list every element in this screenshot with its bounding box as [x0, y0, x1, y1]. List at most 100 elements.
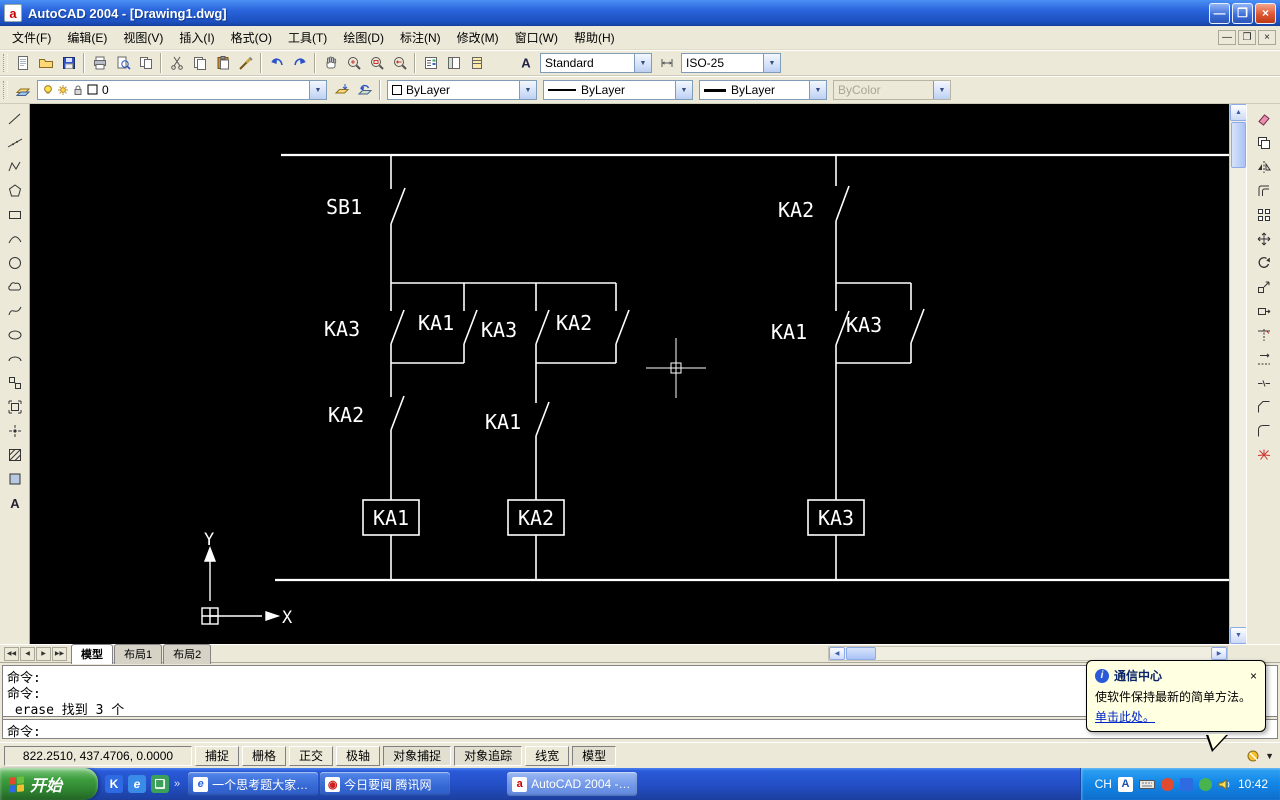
menu-window[interactable]: 窗口(W) [507, 26, 566, 49]
previous-tab-icon[interactable]: ◀ [20, 647, 35, 661]
properties-button[interactable] [419, 52, 442, 74]
grid-toggle[interactable]: 栅格 [242, 746, 286, 766]
model-toggle[interactable]: 模型 [572, 746, 616, 766]
otrack-toggle[interactable]: 对象追踪 [454, 746, 522, 766]
restore-button[interactable]: ❐ [1232, 3, 1253, 24]
point-button[interactable] [2, 419, 28, 443]
tab-model[interactable]: 模型 [71, 644, 113, 664]
linetype-combo[interactable]: ByLayer ▼ [543, 80, 693, 100]
extend-button[interactable] [1251, 347, 1277, 371]
layer-combo[interactable]: 0 ▼ [37, 80, 327, 100]
scroll-left-icon[interactable]: ◀ [829, 647, 845, 660]
cut-button[interactable] [165, 52, 188, 74]
vertical-scroll-thumb[interactable] [1231, 122, 1246, 168]
construction-line-button[interactable] [2, 131, 28, 155]
chevron-down-icon[interactable]: ▼ [634, 54, 651, 72]
vertical-scrollbar[interactable]: ▲ ▼ [1229, 104, 1246, 644]
multiline-text-button[interactable]: A [2, 491, 28, 515]
chevron-down-icon[interactable]: ▼ [675, 81, 692, 99]
array-button[interactable] [1251, 203, 1277, 227]
lineweight-toggle[interactable]: 线宽 [525, 746, 569, 766]
explode-button[interactable] [1251, 443, 1277, 467]
mdi-restore-button[interactable]: ❐ [1238, 30, 1256, 45]
menu-format[interactable]: 格式(O) [223, 26, 280, 49]
horizontal-scrollbar[interactable]: ◀ ▶ [828, 646, 1228, 661]
trim-button[interactable] [1251, 323, 1277, 347]
break-button[interactable] [1251, 371, 1277, 395]
task-button-1[interactable]: e 一个思考题大家帮... [188, 772, 318, 796]
revision-cloud-button[interactable] [2, 275, 28, 299]
stretch-button[interactable] [1251, 299, 1277, 323]
scroll-up-icon[interactable]: ▲ [1230, 104, 1246, 121]
new-button[interactable] [11, 52, 34, 74]
make-layer-current-button[interactable] [330, 79, 353, 101]
chevron-down-icon[interactable]: ▼ [309, 81, 326, 99]
layer-manager-button[interactable] [11, 79, 34, 101]
menu-edit[interactable]: 编辑(E) [59, 26, 115, 49]
first-tab-icon[interactable]: ◀◀ [4, 647, 19, 661]
hatch-button[interactable] [2, 443, 28, 467]
tab-layout2[interactable]: 布局2 [163, 644, 211, 664]
next-tab-icon[interactable]: ▶ [36, 647, 51, 661]
task-button-3[interactable]: a AutoCAD 2004 - [... [507, 772, 637, 796]
erase-button[interactable] [1251, 107, 1277, 131]
mirror-button[interactable] [1251, 155, 1277, 179]
ortho-toggle[interactable]: 正交 [289, 746, 333, 766]
status-menu-arrow-icon[interactable]: ▼ [1265, 751, 1274, 761]
ellipse-arc-button[interactable] [2, 347, 28, 371]
menu-tools[interactable]: 工具(T) [280, 26, 335, 49]
scale-button[interactable] [1251, 275, 1277, 299]
zoom-realtime-button[interactable] [342, 52, 365, 74]
menu-insert[interactable]: 插入(I) [171, 26, 222, 49]
copy-object-button[interactable] [1251, 131, 1277, 155]
plot-button[interactable] [88, 52, 111, 74]
chevron-down-icon[interactable]: ▼ [763, 54, 780, 72]
last-tab-icon[interactable]: ▶▶ [52, 647, 67, 661]
insert-block-button[interactable] [2, 371, 28, 395]
tray-red-icon[interactable] [1161, 778, 1174, 791]
line-button[interactable] [2, 107, 28, 131]
chevron-down-icon[interactable]: ▼ [809, 81, 826, 99]
dim-style-combo[interactable]: ISO-25 ▼ [681, 53, 781, 73]
menu-modify[interactable]: 修改(M) [449, 26, 507, 49]
lineweight-combo[interactable]: ByLayer ▼ [699, 80, 827, 100]
designcenter-button[interactable] [442, 52, 465, 74]
horizontal-scroll-thumb[interactable] [846, 647, 876, 660]
task-button-2[interactable]: ◉ 今日要闻 腾讯网 [320, 772, 450, 796]
paste-button[interactable] [211, 52, 234, 74]
close-button[interactable]: × [1255, 3, 1276, 24]
copy-button[interactable] [188, 52, 211, 74]
undo-button[interactable] [265, 52, 288, 74]
circle-button[interactable] [2, 251, 28, 275]
quicklaunch-overflow-icon[interactable]: » [174, 778, 180, 790]
dim-style-button[interactable] [655, 52, 678, 74]
communication-center-icon[interactable] [1246, 748, 1261, 763]
quicklaunch-desktop-icon[interactable]: ❏ [151, 775, 169, 793]
start-button[interactable]: 开始 [0, 768, 98, 800]
text-style-combo[interactable]: Standard ▼ [540, 53, 652, 73]
drawing-canvas[interactable]: SB1 KA3 KA1 KA3 KA2 KA2 KA1 KA2 KA1 KA3 … [30, 104, 1246, 644]
spline-button[interactable] [2, 299, 28, 323]
offset-button[interactable] [1251, 179, 1277, 203]
keyboard-icon[interactable] [1139, 778, 1155, 790]
ime-a-icon[interactable]: A [1118, 777, 1133, 792]
zoom-previous-button[interactable] [388, 52, 411, 74]
tray-blue-icon[interactable] [1180, 778, 1193, 791]
toolbar-grip[interactable] [3, 54, 8, 72]
polar-toggle[interactable]: 极轴 [336, 746, 380, 766]
chevron-down-icon[interactable]: ▼ [519, 81, 536, 99]
snap-toggle[interactable]: 捕捉 [195, 746, 239, 766]
quicklaunch-k-icon[interactable]: K [105, 775, 123, 793]
tool-palettes-button[interactable] [465, 52, 488, 74]
rectangle-button[interactable] [2, 203, 28, 227]
make-block-button[interactable] [2, 395, 28, 419]
chamfer-button[interactable] [1251, 395, 1277, 419]
pan-button[interactable] [319, 52, 342, 74]
rotate-button[interactable] [1251, 251, 1277, 275]
osnap-toggle[interactable]: 对象捕捉 [383, 746, 451, 766]
polygon-button[interactable] [2, 179, 28, 203]
menu-draw[interactable]: 绘图(D) [335, 26, 392, 49]
move-button[interactable] [1251, 227, 1277, 251]
quicklaunch-ie-icon[interactable]: e [128, 775, 146, 793]
layer-previous-button[interactable] [353, 79, 376, 101]
